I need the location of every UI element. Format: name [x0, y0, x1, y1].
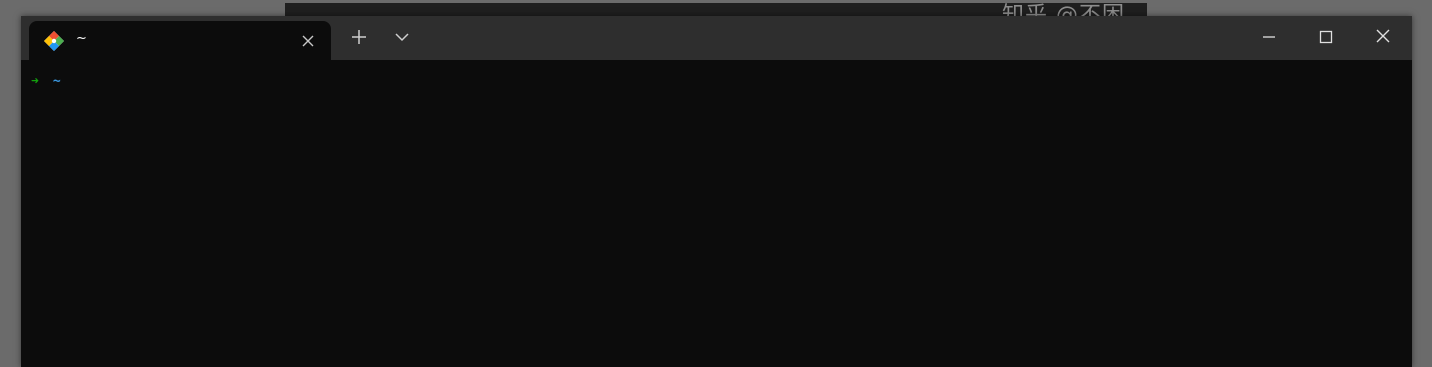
tab-title: ~ — [76, 31, 87, 46]
minimize-icon — [1262, 29, 1276, 48]
git-diamond-icon — [43, 30, 65, 52]
terminal-window: ~ ➜ ~ — [21, 16, 1412, 367]
prompt-arrow: ➜ — [31, 74, 39, 89]
plus-icon — [350, 28, 368, 50]
chevron-down-icon — [393, 28, 411, 50]
new-tab-button[interactable] — [346, 26, 372, 52]
maximize-icon — [1319, 29, 1333, 48]
minimize-button[interactable] — [1240, 16, 1297, 60]
maximize-button[interactable] — [1297, 16, 1354, 60]
close-icon — [1375, 28, 1391, 48]
prompt-line: ➜ ~ — [31, 74, 61, 89]
profile-dropdown-button[interactable] — [389, 26, 415, 52]
current-directory: ~ — [52, 74, 61, 89]
tab-home[interactable]: ~ — [29, 21, 331, 60]
terminal-content[interactable]: ➜ ~ — [21, 60, 1412, 367]
window-close-button[interactable] — [1354, 16, 1411, 60]
title-bar[interactable]: ~ — [21, 16, 1412, 60]
close-icon[interactable] — [297, 30, 319, 52]
